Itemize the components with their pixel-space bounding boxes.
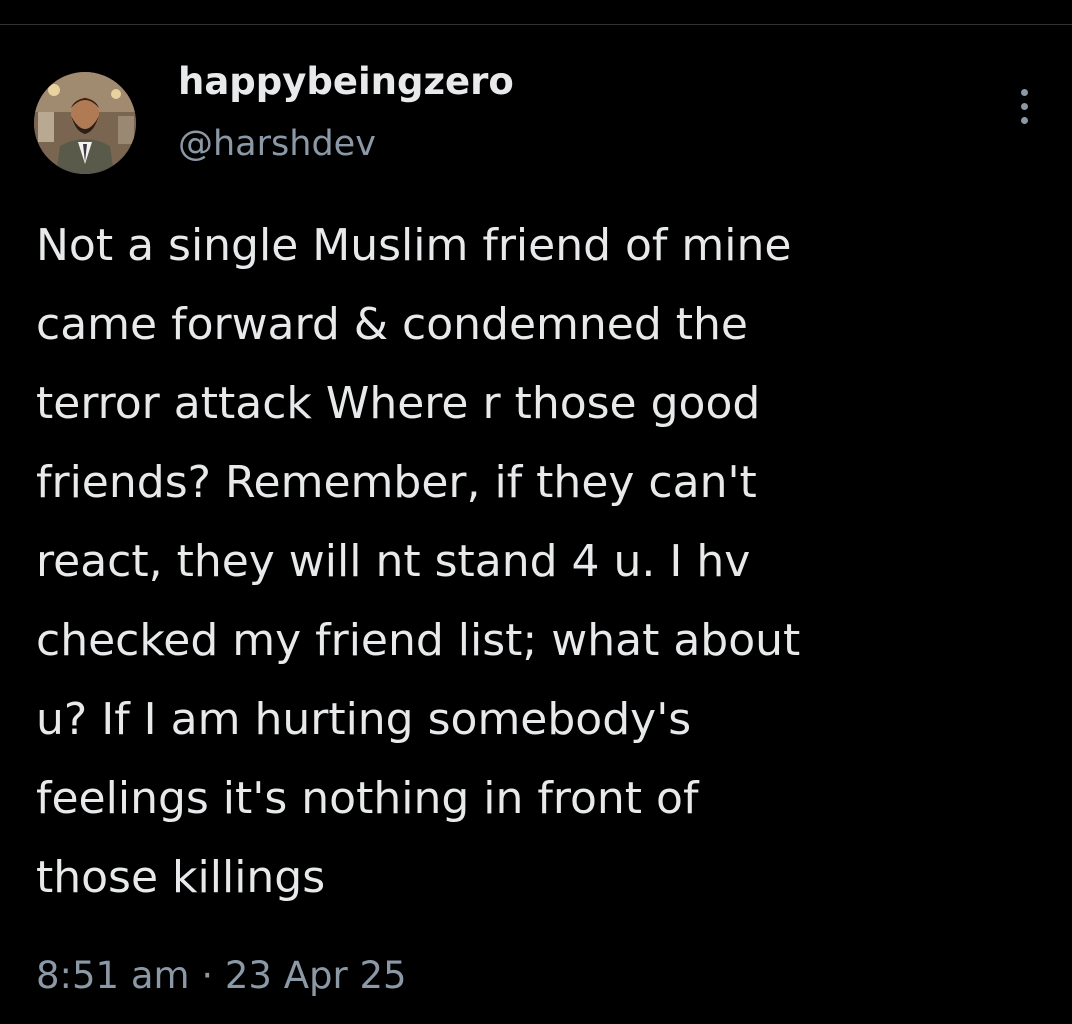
more-vertical-icon (1020, 88, 1028, 96)
tweet-time[interactable]: 8:51 am (36, 954, 190, 997)
tweet-text-line: came forward & condemned the (36, 299, 748, 350)
tweet-text-line: Not a single Muslim friend of mine (36, 220, 792, 271)
more-vertical-icon (1020, 116, 1028, 124)
more-options-button[interactable] (1004, 84, 1044, 128)
tweet-timestamp[interactable]: 8:51 am · 23 Apr 25 (36, 948, 407, 1004)
avatar[interactable] (34, 72, 136, 174)
avatar-photo (34, 72, 136, 174)
author-handle[interactable]: @harshdev (178, 120, 376, 168)
tweet-text-line: checked my friend list; what about (36, 615, 801, 666)
tweet-text-line: feelings it's nothing in front of (36, 773, 699, 824)
tweet-text-line: terror attack Where r those good (36, 378, 761, 429)
author-display-name[interactable]: happybeingzero (178, 58, 514, 106)
more-vertical-icon (1020, 102, 1028, 110)
tweet-text: Not a single Muslim friend of mine came … (36, 206, 1046, 917)
tweet-text-line: react, they will nt stand 4 u. I hv (36, 536, 751, 587)
tweet-date[interactable]: 23 Apr 25 (225, 954, 407, 997)
tweet-text-line: friends? Remember, if they can't (36, 457, 757, 508)
tweet-text-line: those killings (36, 852, 326, 903)
top-divider (0, 24, 1072, 25)
timestamp-separator: · (201, 954, 214, 997)
tweet-text-line: u? If I am hurting somebody's (36, 694, 692, 745)
